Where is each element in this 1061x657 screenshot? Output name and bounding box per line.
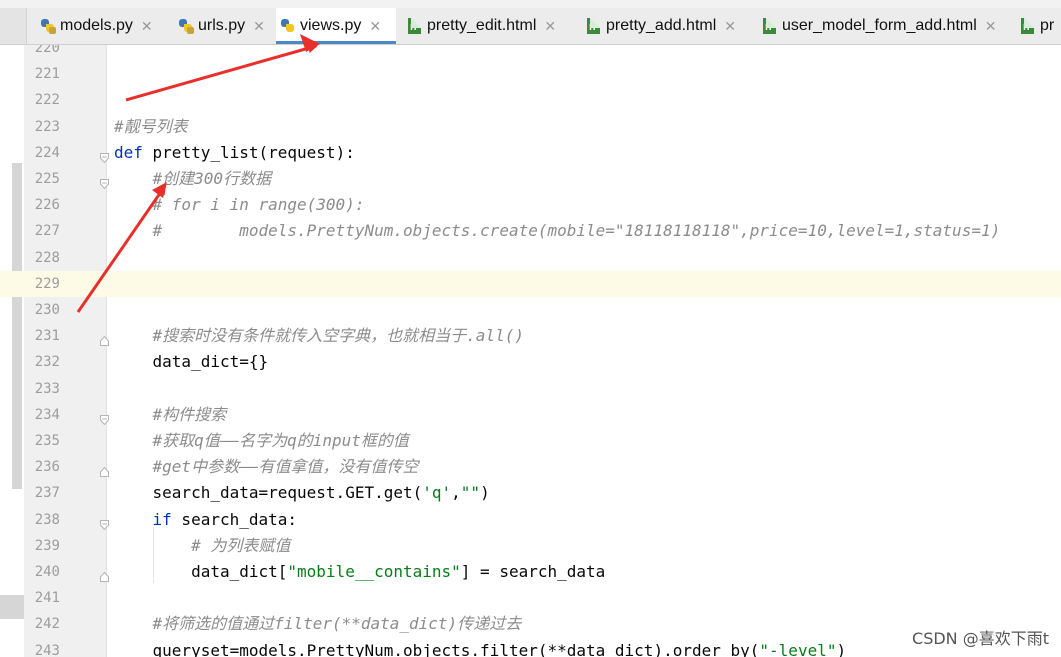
annotation-arrows bbox=[76, 34, 320, 313]
arrow-to-views-tab bbox=[125, 43, 318, 102]
watermark: CSDN @喜欢下雨t bbox=[912, 629, 1049, 648]
arrow-to-comment bbox=[76, 184, 167, 313]
